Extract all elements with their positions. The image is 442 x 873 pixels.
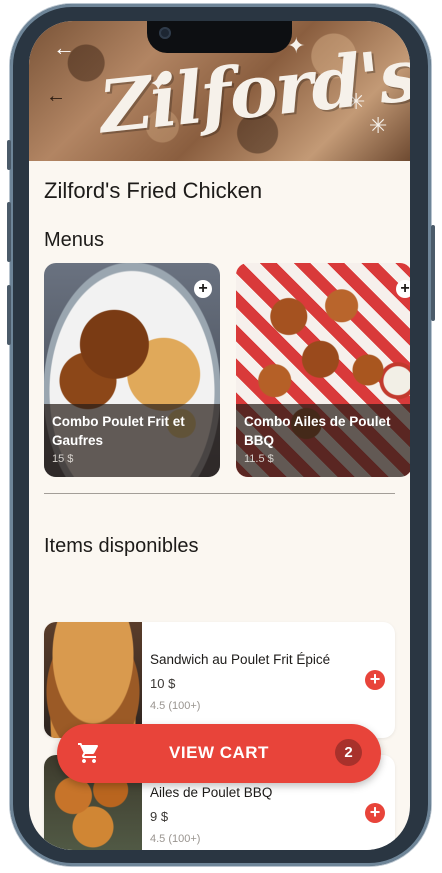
arrow-left-icon: ← bbox=[46, 85, 66, 107]
menu-card[interactable]: + Combo Ailes de Poulet BBQ 11.5 $ bbox=[236, 263, 410, 477]
item-rating: 4.5 (100+) bbox=[150, 700, 201, 712]
item-name: Sandwich au Poulet Frit Épicé bbox=[150, 652, 331, 667]
item-price: 9 $ bbox=[150, 809, 169, 824]
item-image bbox=[44, 622, 142, 738]
add-item-button[interactable]: + bbox=[365, 670, 385, 690]
item-rating: 4.5 (100+) bbox=[150, 833, 201, 845]
menus-heading: Menus bbox=[44, 229, 105, 251]
front-camera bbox=[159, 27, 171, 39]
secondary-back-button[interactable]: ← bbox=[43, 83, 69, 109]
add-to-cart-button[interactable]: + bbox=[194, 280, 212, 298]
app-screen: ✦ ✳ ✳ ✦ Zilford's ← ← Zilford's Fried Ch… bbox=[29, 21, 410, 850]
view-cart-button[interactable]: VIEW CART 2 bbox=[57, 724, 381, 783]
volume-up-button bbox=[7, 202, 11, 262]
arrow-left-icon: ← bbox=[53, 35, 75, 60]
item-card[interactable]: Sandwich au Poulet Frit Épicé 10 $ 4.5 (… bbox=[44, 622, 395, 738]
menu-card-overlay: Combo Ailes de Poulet BBQ 11.5 $ bbox=[236, 404, 410, 477]
item-name: Ailes de Poulet BBQ bbox=[150, 785, 273, 800]
add-to-cart-button[interactable]: + bbox=[396, 280, 410, 298]
menu-price: 15 $ bbox=[52, 453, 74, 465]
menus-carousel[interactable]: + Combo Poulet Frit et Gaufres 15 $ + Co… bbox=[44, 263, 410, 479]
menu-card[interactable]: + Combo Poulet Frit et Gaufres 15 $ bbox=[44, 263, 220, 477]
restaurant-name: Zilford's Fried Chicken bbox=[44, 178, 263, 203]
power-button bbox=[431, 225, 435, 321]
item-price: 10 $ bbox=[150, 676, 176, 691]
mute-switch bbox=[7, 140, 11, 170]
menu-name: Combo Ailes de Poulet BBQ bbox=[244, 414, 391, 448]
menu-card-overlay: Combo Poulet Frit et Gaufres 15 $ bbox=[44, 404, 220, 477]
volume-down-button bbox=[7, 285, 11, 345]
menu-price: 11.5 $ bbox=[244, 453, 274, 465]
back-button[interactable]: ← bbox=[51, 35, 77, 61]
view-cart-label: VIEW CART bbox=[169, 743, 269, 762]
cart-count-badge: 2 bbox=[335, 739, 362, 766]
add-item-button[interactable]: + bbox=[365, 803, 385, 823]
items-heading: Items disponibles bbox=[44, 535, 199, 557]
menu-name: Combo Poulet Frit et Gaufres bbox=[52, 414, 185, 448]
section-divider bbox=[44, 493, 395, 494]
